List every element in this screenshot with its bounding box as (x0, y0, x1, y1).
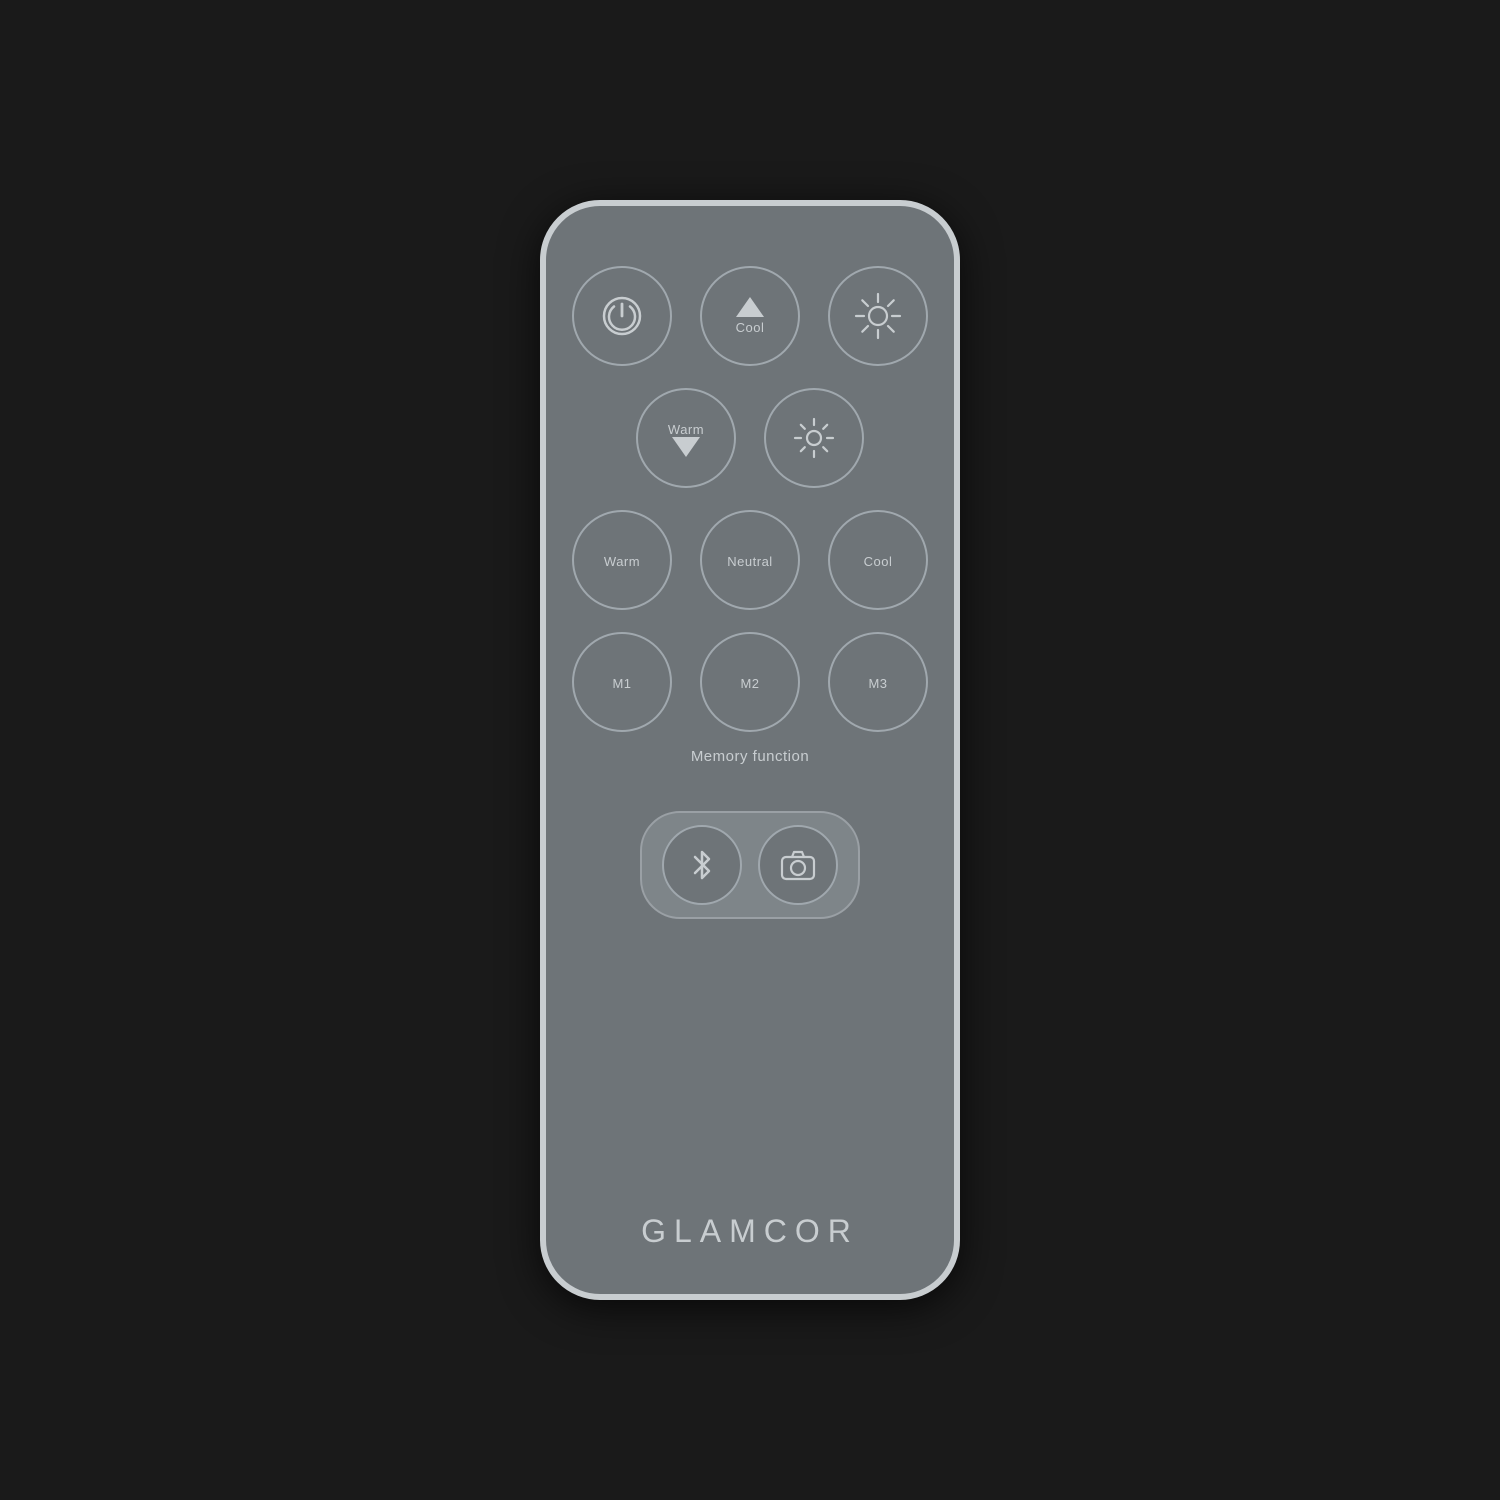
warm-down-label: Warm (668, 422, 704, 437)
row-4: M1 M2 M3 (572, 632, 928, 732)
warm-down-button[interactable]: Warm (636, 388, 736, 488)
buttons-grid: Cool Warm (586, 266, 914, 919)
brightness-low-button[interactable] (764, 388, 864, 488)
memory-2-label: M2 (740, 676, 759, 691)
warm-label: Warm (604, 554, 640, 569)
arrow-up-icon (736, 297, 764, 317)
bluetooth-button[interactable] (662, 825, 742, 905)
warm-button[interactable]: Warm (572, 510, 672, 610)
memory-2-button[interactable]: M2 (700, 632, 800, 732)
remote-control: Cool Warm (540, 200, 960, 1300)
power-button[interactable] (572, 266, 672, 366)
row-1: Cool (572, 266, 928, 366)
memory-3-button[interactable]: M3 (828, 632, 928, 732)
memory-1-button[interactable]: M1 (572, 632, 672, 732)
memory-function-label: Memory function (691, 748, 809, 765)
camera-button[interactable] (758, 825, 838, 905)
brand-label: GLAMCOR (546, 1213, 954, 1250)
row-3: Warm Neutral Cool (572, 510, 928, 610)
memory-3-label: M3 (868, 676, 887, 691)
neutral-button[interactable]: Neutral (700, 510, 800, 610)
brightness-high-button[interactable] (828, 266, 928, 366)
pill-container (640, 811, 860, 919)
cool-up-label: Cool (736, 320, 765, 335)
row-2: Warm (636, 388, 864, 488)
arrow-down-icon (672, 437, 700, 457)
cool-label: Cool (864, 554, 893, 569)
memory-1-label: M1 (612, 676, 631, 691)
neutral-label: Neutral (727, 554, 772, 569)
cool-up-button[interactable]: Cool (700, 266, 800, 366)
cool-button[interactable]: Cool (828, 510, 928, 610)
